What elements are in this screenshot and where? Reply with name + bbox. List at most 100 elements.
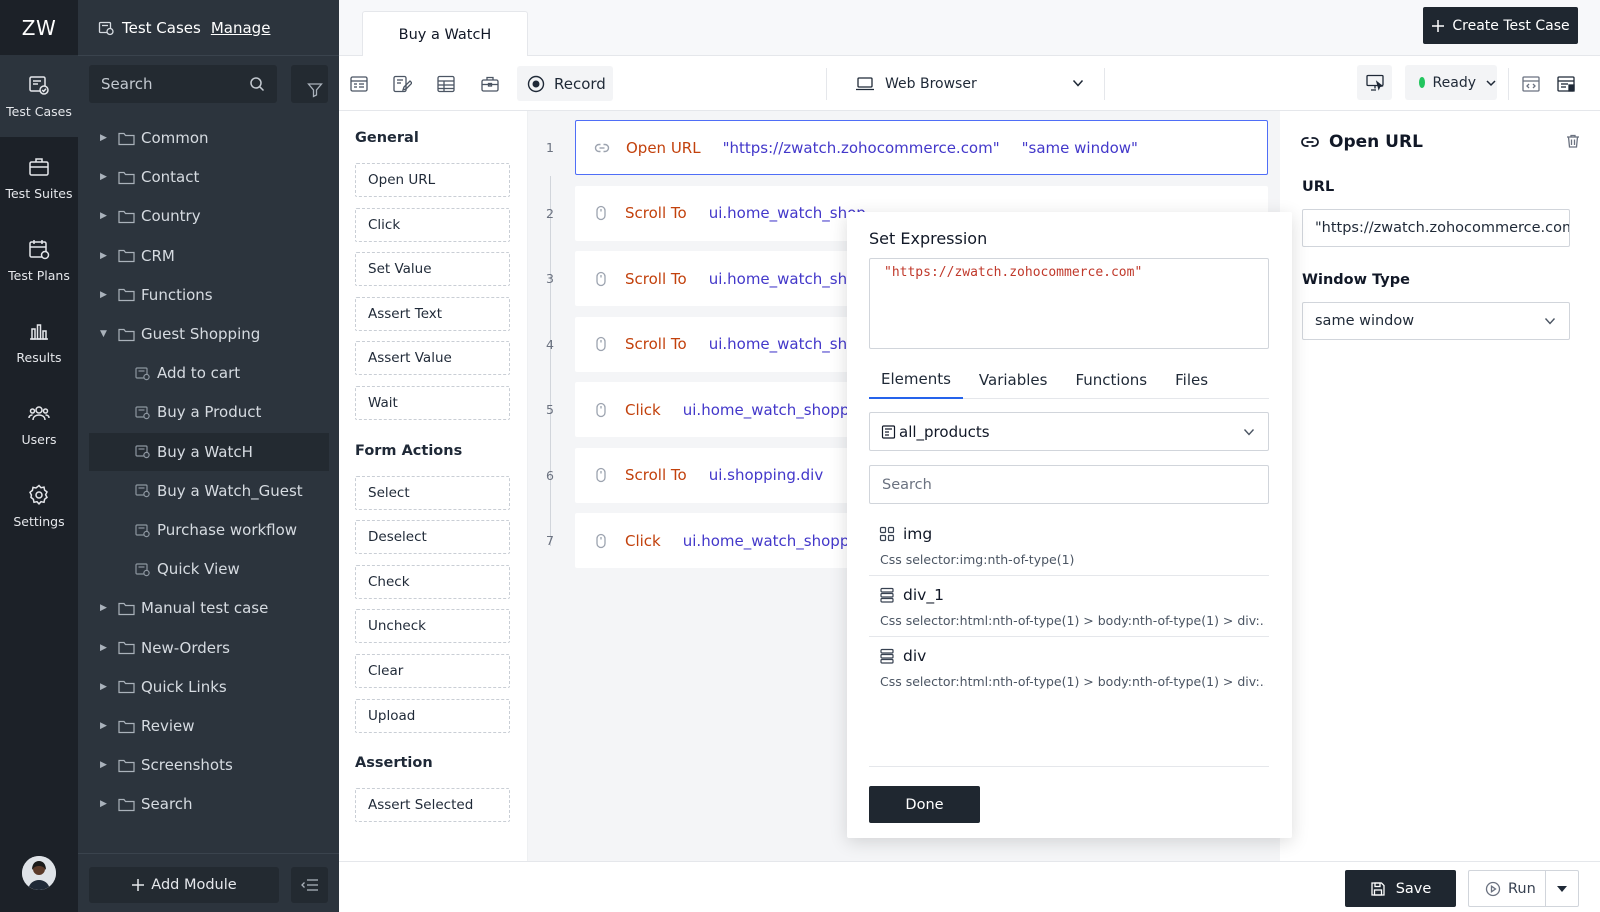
tree-folder[interactable]: ▶ New-Orders: [78, 629, 339, 667]
module-select[interactable]: all_products: [869, 412, 1269, 451]
palette-action[interactable]: Deselect: [355, 520, 510, 555]
folder-icon: [118, 170, 135, 185]
rail-item-settings[interactable]: Settings: [0, 465, 78, 547]
tree-folder[interactable]: ▶ Screenshots: [78, 746, 339, 784]
tree-test-case[interactable]: Add to cart: [78, 354, 339, 392]
palette-action[interactable]: Set Value: [355, 252, 510, 287]
element-search-input[interactable]: Search: [869, 465, 1269, 504]
rail-item-test-plans[interactable]: Test Plans: [0, 219, 78, 301]
device-button[interactable]: [1357, 65, 1392, 100]
folder-icon: [118, 719, 135, 734]
tree-test-case[interactable]: Buy a Product: [78, 393, 339, 431]
tree-folder[interactable]: ▶ Search: [78, 785, 339, 823]
palette-action[interactable]: Wait: [355, 386, 510, 420]
edit-steps-button[interactable]: [387, 69, 417, 99]
caret-down-icon[interactable]: ▼: [100, 329, 110, 339]
tree-folder[interactable]: ▶ CRM: [78, 237, 339, 275]
palette-action[interactable]: Select: [355, 475, 510, 510]
caret-right-icon[interactable]: ▶: [100, 290, 110, 300]
caret-right-icon[interactable]: ▶: [100, 799, 110, 809]
caret-right-icon[interactable]: ▶: [100, 721, 110, 731]
palette-action[interactable]: Assert Selected: [355, 788, 510, 823]
tree-folder[interactable]: ▶ Quick Links: [78, 668, 339, 706]
user-avatar[interactable]: [22, 856, 56, 890]
tab-files[interactable]: Files: [1163, 360, 1220, 399]
rail-item-test-suites[interactable]: Test Suites: [0, 137, 78, 219]
tree-test-case[interactable]: Quick View: [78, 550, 339, 588]
tree-folder[interactable]: ▶ Contact: [78, 158, 339, 196]
rail-item-results[interactable]: Results: [0, 301, 78, 383]
caret-right-icon[interactable]: ▶: [100, 133, 110, 143]
expression-editor[interactable]: "https://zwatch.zohocommerce.com": [869, 258, 1269, 349]
tree-node-label: New-Orders: [141, 638, 230, 657]
save-button[interactable]: Save: [1345, 870, 1456, 907]
code-view-button[interactable]: [1516, 69, 1546, 99]
properties-panel-button[interactable]: [1551, 69, 1581, 99]
tree-node-label: Functions: [141, 285, 213, 304]
tree-folder[interactable]: ▶ Manual test case: [78, 589, 339, 627]
filter-icon: [307, 82, 323, 98]
caret-right-icon[interactable]: ▶: [100, 211, 110, 221]
palette-action[interactable]: Clear: [355, 654, 510, 688]
element-item[interactable]: div_1 Css selector:html:nth-of-type(1) >…: [869, 576, 1269, 637]
done-button[interactable]: Done: [869, 786, 980, 823]
record-button[interactable]: Record: [517, 66, 613, 101]
suite-button[interactable]: [475, 69, 505, 99]
collapse-sidebar-button[interactable]: [291, 867, 328, 903]
props-title: Open URL: [1329, 132, 1423, 152]
tab-functions[interactable]: Functions: [1063, 360, 1159, 399]
status-select[interactable]: Ready: [1405, 65, 1497, 100]
palette-action[interactable]: Upload: [355, 698, 510, 733]
tree-folder[interactable]: ▶ Review: [78, 707, 339, 745]
tree-test-case[interactable]: Purchase workflow: [78, 511, 339, 549]
tab-buy-a-watch[interactable]: Buy a WatcH: [362, 11, 528, 57]
tree-test-case[interactable]: Buy a Watch_Guest: [78, 472, 339, 510]
tree-header: Test Cases Manage: [78, 0, 339, 56]
tree-folder[interactable]: ▶ Functions: [78, 276, 339, 314]
data-table-button[interactable]: [431, 69, 461, 99]
rail-item-users[interactable]: Users: [0, 383, 78, 465]
popover-divider: [869, 766, 1269, 767]
tree-folder-expanded[interactable]: ▼ Guest Shopping: [78, 315, 339, 353]
create-test-case-button[interactable]: Create Test Case: [1423, 7, 1578, 44]
expression-tabs: Elements Variables Functions Files: [869, 360, 1269, 399]
palette-action[interactable]: Assert Value: [355, 341, 510, 376]
folder-icon: [118, 131, 135, 146]
palette-action[interactable]: Check: [355, 564, 510, 599]
caret-right-icon[interactable]: ▶: [100, 603, 110, 613]
rail-item-test-cases[interactable]: Test Cases: [0, 55, 78, 137]
caret-right-icon[interactable]: ▶: [100, 760, 110, 770]
caret-right-icon[interactable]: ▶: [100, 251, 110, 261]
element-selector: Css selector:html:nth-of-type(1) > body:…: [880, 613, 1265, 628]
caret-right-icon[interactable]: ▶: [100, 682, 110, 692]
folder-icon: [118, 758, 135, 773]
element-item[interactable]: img Css selector:img:nth-of-type(1): [869, 515, 1269, 576]
element-selector: Css selector:html:nth-of-type(1) > body:…: [880, 674, 1265, 689]
run-options-dropdown[interactable]: [1557, 886, 1567, 892]
add-module-button[interactable]: Add Module: [89, 867, 279, 903]
manage-link[interactable]: Manage: [211, 19, 271, 37]
tab-variables[interactable]: Variables: [967, 360, 1060, 399]
tree-node-label: Quick View: [157, 560, 240, 579]
step-list-button[interactable]: [344, 69, 374, 99]
tab-elements[interactable]: Elements: [869, 360, 963, 399]
tree-search-input[interactable]: Search: [89, 65, 277, 103]
users-icon: [27, 401, 51, 425]
palette-action[interactable]: Uncheck: [355, 609, 510, 644]
tree-folder[interactable]: ▶ Country: [78, 197, 339, 235]
step-row[interactable]: Open URL "https://zwatch.zohocommerce.com…: [575, 120, 1268, 175]
palette-action[interactable]: Click: [355, 207, 510, 242]
tree-test-case[interactable]: Buy a WatcH: [89, 432, 329, 471]
delete-step-button[interactable]: [1565, 133, 1581, 149]
caret-right-icon[interactable]: ▶: [100, 172, 110, 182]
element-item[interactable]: div Css selector:html:nth-of-type(1) > b…: [869, 637, 1269, 698]
url-input[interactable]: "https://zwatch.zohocommerce.com": [1302, 209, 1570, 247]
filter-button[interactable]: [291, 65, 328, 103]
window-type-select[interactable]: same window: [1302, 302, 1570, 340]
browser-select[interactable]: Web Browser: [855, 66, 1095, 101]
palette-action[interactable]: Assert Text: [355, 296, 510, 331]
palette-action[interactable]: Open URL: [355, 163, 510, 197]
run-button[interactable]: Run: [1468, 870, 1579, 907]
tree-folder[interactable]: ▶ Common: [78, 119, 339, 157]
caret-right-icon[interactable]: ▶: [100, 643, 110, 653]
